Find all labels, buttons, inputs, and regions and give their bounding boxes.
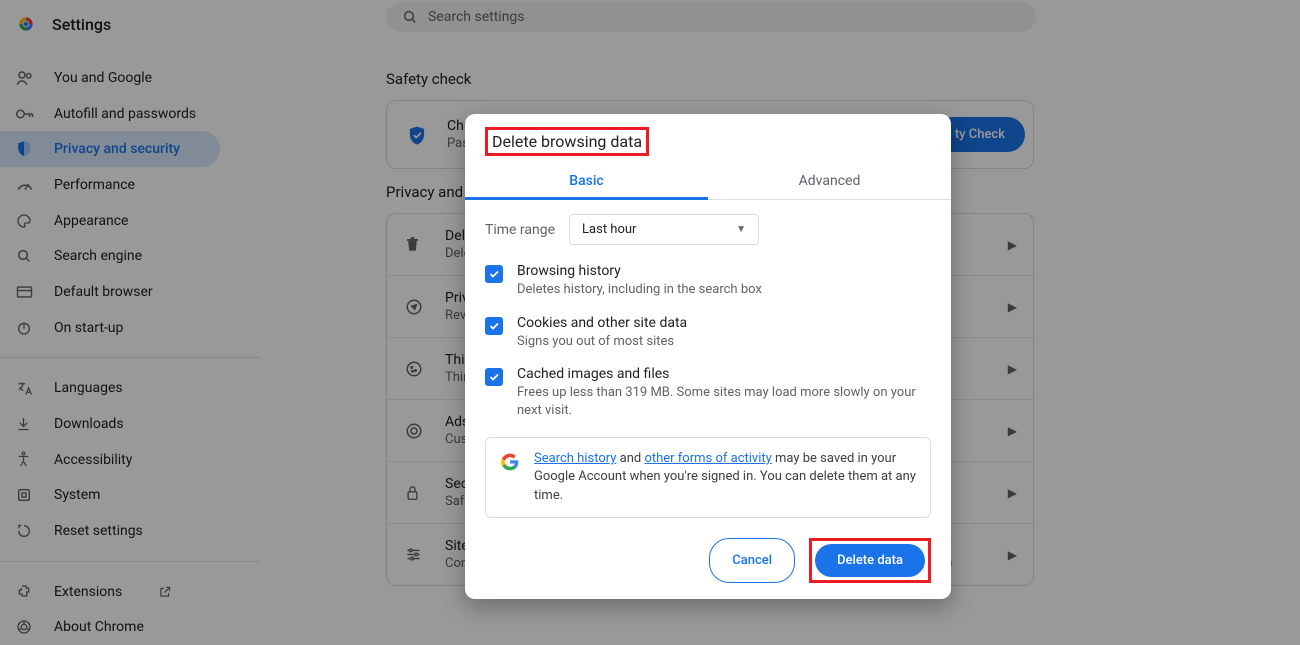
highlight-box: Delete data bbox=[809, 538, 931, 583]
info-text: Search history and other forms of activi… bbox=[534, 450, 916, 505]
tab-basic[interactable]: Basic bbox=[465, 165, 708, 200]
google-account-info: Search history and other forms of activi… bbox=[485, 437, 931, 518]
search-history-link[interactable]: Search history bbox=[534, 451, 616, 466]
check-browsing-history[interactable]: Browsing history Deletes history, includi… bbox=[465, 255, 951, 307]
check-cookies[interactable]: Cookies and other site data Signs you out… bbox=[465, 307, 951, 359]
modal-actions: Cancel Delete data bbox=[465, 528, 951, 587]
google-logo-icon bbox=[500, 452, 520, 472]
time-range-label: Time range bbox=[485, 222, 555, 238]
check-title: Cookies and other site data bbox=[517, 315, 687, 331]
checkbox-checked-icon[interactable] bbox=[485, 265, 503, 283]
check-sub: Deletes history, including in the search… bbox=[517, 281, 762, 299]
time-range-value: Last hour bbox=[582, 222, 636, 237]
check-sub: Frees up less than 319 MB. Some sites ma… bbox=[517, 384, 931, 419]
cancel-button[interactable]: Cancel bbox=[709, 538, 795, 583]
check-cached[interactable]: Cached images and files Frees up less tha… bbox=[465, 358, 951, 427]
checkbox-checked-icon[interactable] bbox=[485, 317, 503, 335]
checkbox-checked-icon[interactable] bbox=[485, 368, 503, 386]
delete-data-button[interactable]: Delete data bbox=[815, 544, 925, 577]
check-title: Cached images and files bbox=[517, 366, 931, 382]
time-range-row: Time range Last hour ▼ bbox=[465, 200, 951, 255]
delete-browsing-data-modal: Delete browsing data Basic Advanced Time… bbox=[465, 114, 951, 599]
highlight-box: Delete browsing data bbox=[485, 127, 649, 156]
check-title: Browsing history bbox=[517, 263, 762, 279]
modal-tabs: Basic Advanced bbox=[465, 165, 951, 200]
other-activity-link[interactable]: other forms of activity bbox=[644, 451, 771, 466]
modal-title: Delete browsing data bbox=[465, 114, 951, 151]
time-range-select[interactable]: Last hour ▼ bbox=[569, 214, 759, 245]
check-sub: Signs you out of most sites bbox=[517, 333, 687, 351]
tab-advanced[interactable]: Advanced bbox=[708, 165, 951, 199]
chevron-down-icon: ▼ bbox=[736, 224, 746, 235]
